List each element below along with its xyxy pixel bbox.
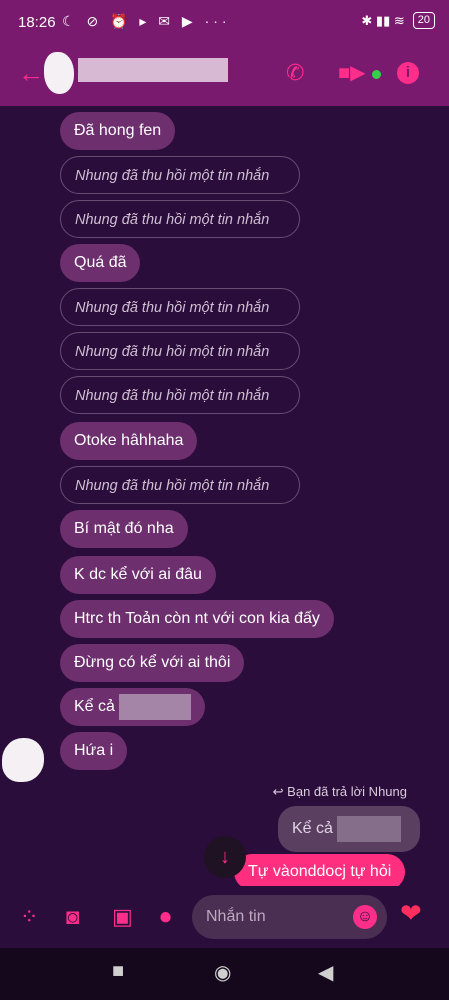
message-text: Kể cả [74, 698, 115, 715]
message-bubble[interactable]: Htrc th Toản còn nt với con kia đấy [60, 600, 334, 638]
message-bubble[interactable]: Quá đã [60, 244, 141, 282]
message-bubble[interactable]: Bí mật đó nha [60, 510, 188, 548]
composer-bar: ⁘ ◙ ▣ ⏺ Nhắn tin ☺ ❤ [0, 886, 449, 948]
recalled-message[interactable]: Nhung đã thu hồi một tin nhắn [60, 288, 300, 326]
signal-wifi-icons: ✱ ▮▮ ≋ [361, 12, 405, 28]
chat-header: ← ✆ ■▶ i [0, 44, 449, 106]
redacted-text [336, 815, 401, 842]
recalled-message[interactable]: Nhung đã thu hồi một tin nhắn [60, 376, 300, 414]
quoted-text: Kể cả [292, 820, 333, 837]
gallery-icon[interactable]: ▣ [112, 904, 133, 930]
emoji-icon[interactable]: ☺ [353, 905, 377, 929]
phone-icon[interactable]: ✆ [286, 60, 304, 86]
message-bubble[interactable]: Otoke hâhhaha [60, 422, 198, 460]
info-icon[interactable]: i [397, 62, 419, 84]
message-list[interactable]: Đã hong fen Nhung đã thu hồi một tin nhắ… [0, 106, 449, 890]
back-arrow-icon[interactable]: ← [18, 58, 44, 89]
status-time: 18:26 [18, 14, 56, 31]
recents-icon[interactable]: ■ [112, 960, 124, 983]
scroll-down-arrow-icon[interactable]: ↓ [204, 836, 246, 878]
recalled-message[interactable]: Nhung đã thu hồi một tin nhắn [60, 332, 300, 370]
recalled-message[interactable]: Nhung đã thu hồi một tin nhắn [60, 156, 300, 194]
message-bubble[interactable]: K dc kể với ai đâu [60, 556, 216, 594]
back-icon[interactable]: ◀ [318, 960, 333, 985]
recalled-message[interactable]: Nhung đã thu hồi một tin nhắn [60, 200, 300, 238]
reply-note-text: Bạn đã trả lời Nhung [287, 784, 407, 799]
system-icons: ✱ ▮▮ ≋ 20 [361, 12, 435, 29]
message-input[interactable]: Nhắn tin ☺ [192, 895, 387, 939]
message-bubble[interactable]: Hứa i [60, 732, 128, 770]
camera-icon[interactable]: ◙ [66, 904, 79, 930]
message-bubble[interactable]: Đừng có kể với ai thôi [60, 644, 245, 682]
reply-note: ↩ Bạn đã trả lời Nhung [272, 784, 407, 799]
notification-icons: ☾ ⊘ ⏰ ▸ ✉ ▶ ··· [62, 13, 231, 29]
avatar[interactable] [44, 52, 74, 94]
redacted-text [118, 693, 191, 720]
home-icon[interactable]: ◉ [214, 960, 231, 985]
heart-reaction-icon[interactable]: ❤ [400, 898, 422, 929]
contact-name-redacted[interactable] [78, 58, 228, 82]
quoted-reply[interactable]: Kể cả [278, 806, 420, 852]
message-bubble[interactable]: Kể cả [60, 688, 205, 726]
sender-avatar[interactable] [2, 738, 44, 782]
battery-icon: 20 [412, 12, 435, 29]
microphone-icon[interactable]: ⏺ [160, 904, 171, 930]
status-bar: 18:26 ☾ ⊘ ⏰ ▸ ✉ ▶ ··· ✱ ▮▮ ≋ 20 [0, 0, 449, 44]
message-input-placeholder: Nhắn tin [206, 908, 266, 925]
outgoing-message[interactable]: Tự vàonddocj tự hỏi [234, 854, 406, 890]
system-nav-bar: ■ ◉ ◀ [0, 948, 449, 1000]
message-bubble[interactable]: Đã hong fen [60, 112, 176, 150]
apps-grid-icon[interactable]: ⁘ [20, 904, 38, 930]
recalled-message[interactable]: Nhung đã thu hồi một tin nhắn [60, 466, 300, 504]
video-call-icon[interactable]: ■▶ [338, 60, 365, 85]
active-status-dot [372, 70, 381, 79]
